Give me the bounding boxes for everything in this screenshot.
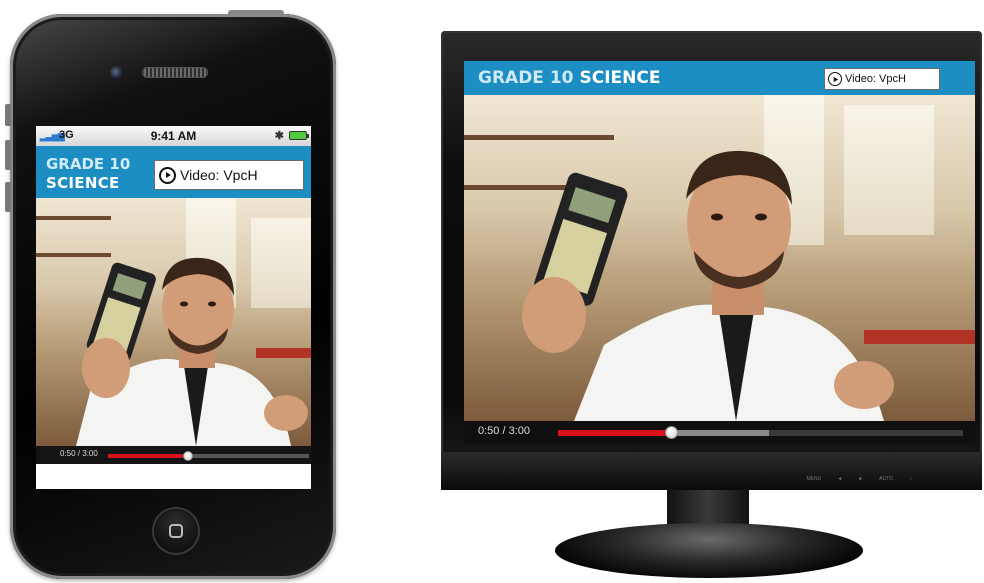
sleep-wake-button xyxy=(228,10,284,16)
home-button[interactable] xyxy=(152,507,200,555)
course-title: GRADE 10 SCIENCE xyxy=(478,68,661,88)
video-selector-button[interactable]: Video: VpcH xyxy=(154,160,304,190)
video-label: Video: VpcH xyxy=(845,73,906,85)
presenter-figure xyxy=(76,257,308,446)
seek-handle[interactable] xyxy=(183,451,194,461)
power-button[interactable]: ○ xyxy=(909,476,912,482)
bezel-button[interactable]: ◄ xyxy=(837,476,842,482)
bezel-button[interactable]: AUTO xyxy=(879,476,893,482)
bluetooth-icon: ✱ xyxy=(274,130,284,142)
battery-icon xyxy=(289,131,309,140)
seek-handle[interactable] xyxy=(664,426,678,439)
progress-bar xyxy=(108,454,189,458)
bezel-buttons: MENU ◄ ► AUTO ○ xyxy=(807,476,912,482)
presenter-figure xyxy=(522,150,894,421)
course-header: GRADE 10 SCIENCE Video: VpcH xyxy=(36,146,311,198)
play-circle-icon xyxy=(159,166,176,184)
video-selector-button[interactable]: Video: VpcH xyxy=(824,68,940,90)
monitor-stand xyxy=(555,523,863,578)
video-frame[interactable] xyxy=(36,198,311,446)
phone-screen: ▂▃▅▆ 3G 9:41 AM ✱ GRADE 10 SCIENCE Video… xyxy=(36,126,311,489)
play-circle-icon xyxy=(828,72,842,86)
video-frame[interactable] xyxy=(464,95,975,421)
front-camera xyxy=(110,66,124,80)
grade-label: GRADE 10 xyxy=(478,68,574,88)
smartphone-device: ▂▃▅▆ 3G 9:41 AM ✱ GRADE 10 SCIENCE Video… xyxy=(5,10,336,579)
timecode: 0:50 / 3:00 xyxy=(60,449,98,458)
bezel-button[interactable]: ► xyxy=(858,476,863,482)
volume-up-button xyxy=(5,140,11,170)
volume-down-button xyxy=(5,182,11,212)
progress-bar xyxy=(558,430,672,436)
status-bar: ▂▃▅▆ 3G 9:41 AM ✱ xyxy=(36,126,311,146)
status-time: 9:41 AM xyxy=(150,129,197,143)
video-controls: 0:50 / 3:00 xyxy=(36,446,311,464)
subject-label: SCIENCE xyxy=(46,174,120,192)
bezel-button[interactable]: MENU xyxy=(807,476,822,482)
home-square-icon xyxy=(169,524,183,538)
monitor-bezel: MENU ◄ ► AUTO ○ xyxy=(441,452,982,490)
video-label: Video: VpcH xyxy=(180,167,258,183)
seek-bar[interactable] xyxy=(558,426,963,439)
course-header: GRADE 10 SCIENCE Video: VpcH xyxy=(464,61,975,95)
seek-bar[interactable] xyxy=(108,451,309,461)
monitor-screen: GRADE 10 SCIENCE Video: VpcH 0:50 / 3:00 xyxy=(464,61,975,444)
video-controls: 0:50 / 3:00 xyxy=(464,421,975,444)
subject-label: SCIENCE xyxy=(579,68,661,88)
grade-label: GRADE 10 xyxy=(46,155,131,173)
desktop-monitor: GRADE 10 SCIENCE Video: VpcH 0:50 / 3:00… xyxy=(441,31,982,490)
timecode: 0:50 / 3:00 xyxy=(478,425,530,437)
earpiece-speaker xyxy=(142,67,208,78)
mute-switch xyxy=(5,104,11,126)
